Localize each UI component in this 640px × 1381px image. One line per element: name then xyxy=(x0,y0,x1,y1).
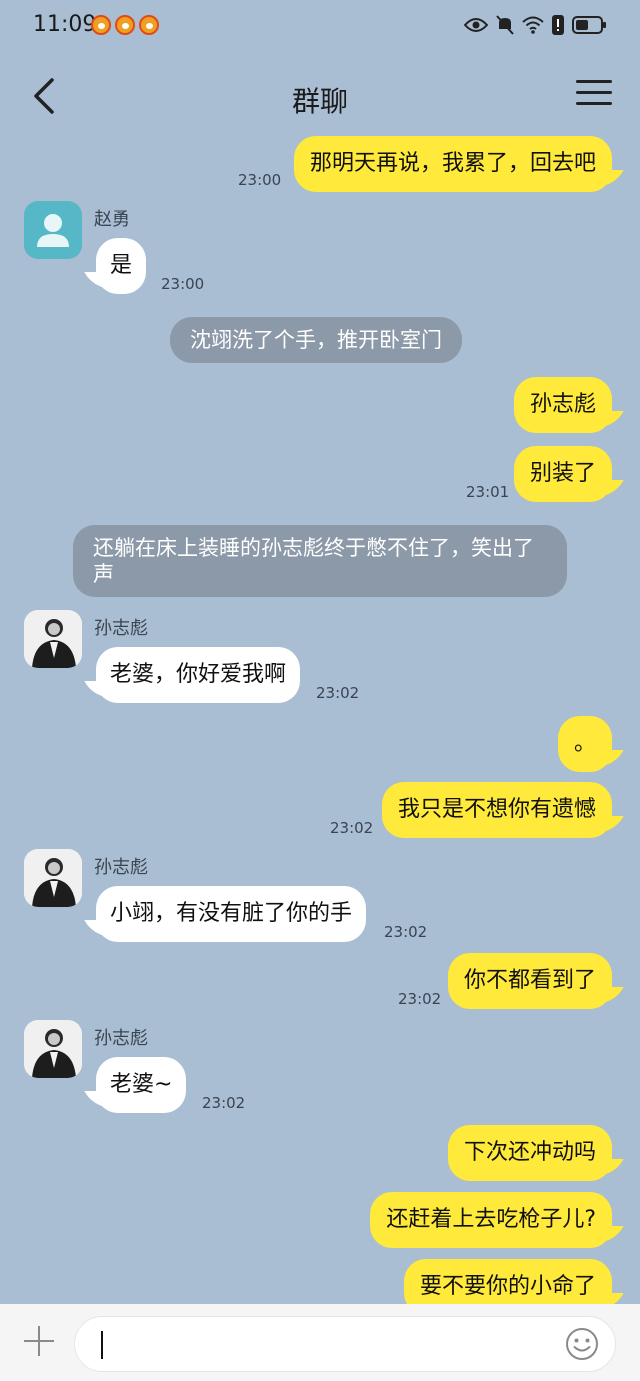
incoming-message-bubble[interactable]: 老婆~ xyxy=(96,1057,187,1113)
outgoing-message-bubble[interactable]: 我只是不想你有遗憾 xyxy=(381,782,612,838)
narration-message[interactable]: 沈翊洗了个手，推开卧室门 xyxy=(170,317,462,363)
incoming-message-bubble[interactable]: 小翊，有没有脏了你的手 xyxy=(96,886,367,942)
incoming-message-bubble[interactable]: 是 xyxy=(96,238,147,294)
outgoing-message-bubble[interactable]: 那明天再说，我累了，回去吧 xyxy=(293,136,612,192)
message-timestamp: 23:02 xyxy=(316,684,360,702)
outgoing-message-bubble[interactable]: 还赶着上去吃枪子儿? xyxy=(370,1192,612,1248)
message-timestamp: 23:02 xyxy=(398,990,442,1008)
eye-icon xyxy=(464,18,488,32)
person-photo-icon xyxy=(24,610,82,668)
chat-header: 群聊 xyxy=(0,60,640,132)
status-bar: 11:09 xyxy=(0,0,640,52)
incoming-message-bubble[interactable]: 老婆，你好爱我啊 xyxy=(96,647,301,703)
message-timestamp: 23:01 xyxy=(466,483,510,501)
status-time: 11:09 xyxy=(33,12,97,37)
emoji-button[interactable] xyxy=(565,1327,599,1361)
message-timestamp: 23:00 xyxy=(161,275,205,293)
outgoing-message-bubble[interactable]: 你不都看到了 xyxy=(447,953,612,1009)
sender-name: 孙志彪 xyxy=(94,618,148,639)
person-photo-icon xyxy=(24,1020,82,1078)
outgoing-message-bubble[interactable]: 别装了 xyxy=(513,446,612,502)
outgoing-message-bubble[interactable]: 。 xyxy=(557,716,612,772)
add-attachment-button[interactable] xyxy=(22,1324,56,1358)
message-timestamp: 23:02 xyxy=(330,819,374,837)
weibo-notification-icon xyxy=(139,15,159,35)
avatar-zhaoyong[interactable] xyxy=(24,201,82,259)
menu-icon xyxy=(576,80,612,83)
signal-alert-icon xyxy=(552,15,564,35)
message-input[interactable] xyxy=(74,1316,616,1372)
avatar-sunzhibiao[interactable] xyxy=(24,610,82,668)
weibo-notification-icon xyxy=(115,15,135,35)
sender-name: 孙志彪 xyxy=(94,1028,148,1049)
text-cursor xyxy=(101,1331,103,1359)
outgoing-message-bubble[interactable]: 孙志彪 xyxy=(513,377,612,433)
default-user-icon xyxy=(37,214,69,247)
avatar-sunzhibiao[interactable] xyxy=(24,1020,82,1078)
avatar-sunzhibiao[interactable] xyxy=(24,849,82,907)
message-timestamp: 23:00 xyxy=(238,171,282,189)
message-timestamp: 23:02 xyxy=(202,1094,246,1112)
wifi-icon xyxy=(522,16,544,34)
input-bar xyxy=(0,1304,640,1381)
sender-name: 赵勇 xyxy=(94,209,130,230)
menu-button[interactable] xyxy=(576,80,612,112)
weibo-notification-icon xyxy=(91,15,111,35)
message-timestamp: 23:02 xyxy=(384,923,428,941)
narration-message[interactable]: 还躺在床上装睡的孙志彪终于憋不住了，笑出了声 xyxy=(73,525,567,597)
sender-name: 孙志彪 xyxy=(94,857,148,878)
page-title: 群聊 xyxy=(291,85,348,118)
mute-bell-icon xyxy=(496,15,514,35)
person-photo-icon xyxy=(24,849,82,907)
system-icons xyxy=(464,14,606,36)
outgoing-message-bubble[interactable]: 下次还冲动吗 xyxy=(447,1125,612,1181)
battery-icon xyxy=(572,16,606,34)
